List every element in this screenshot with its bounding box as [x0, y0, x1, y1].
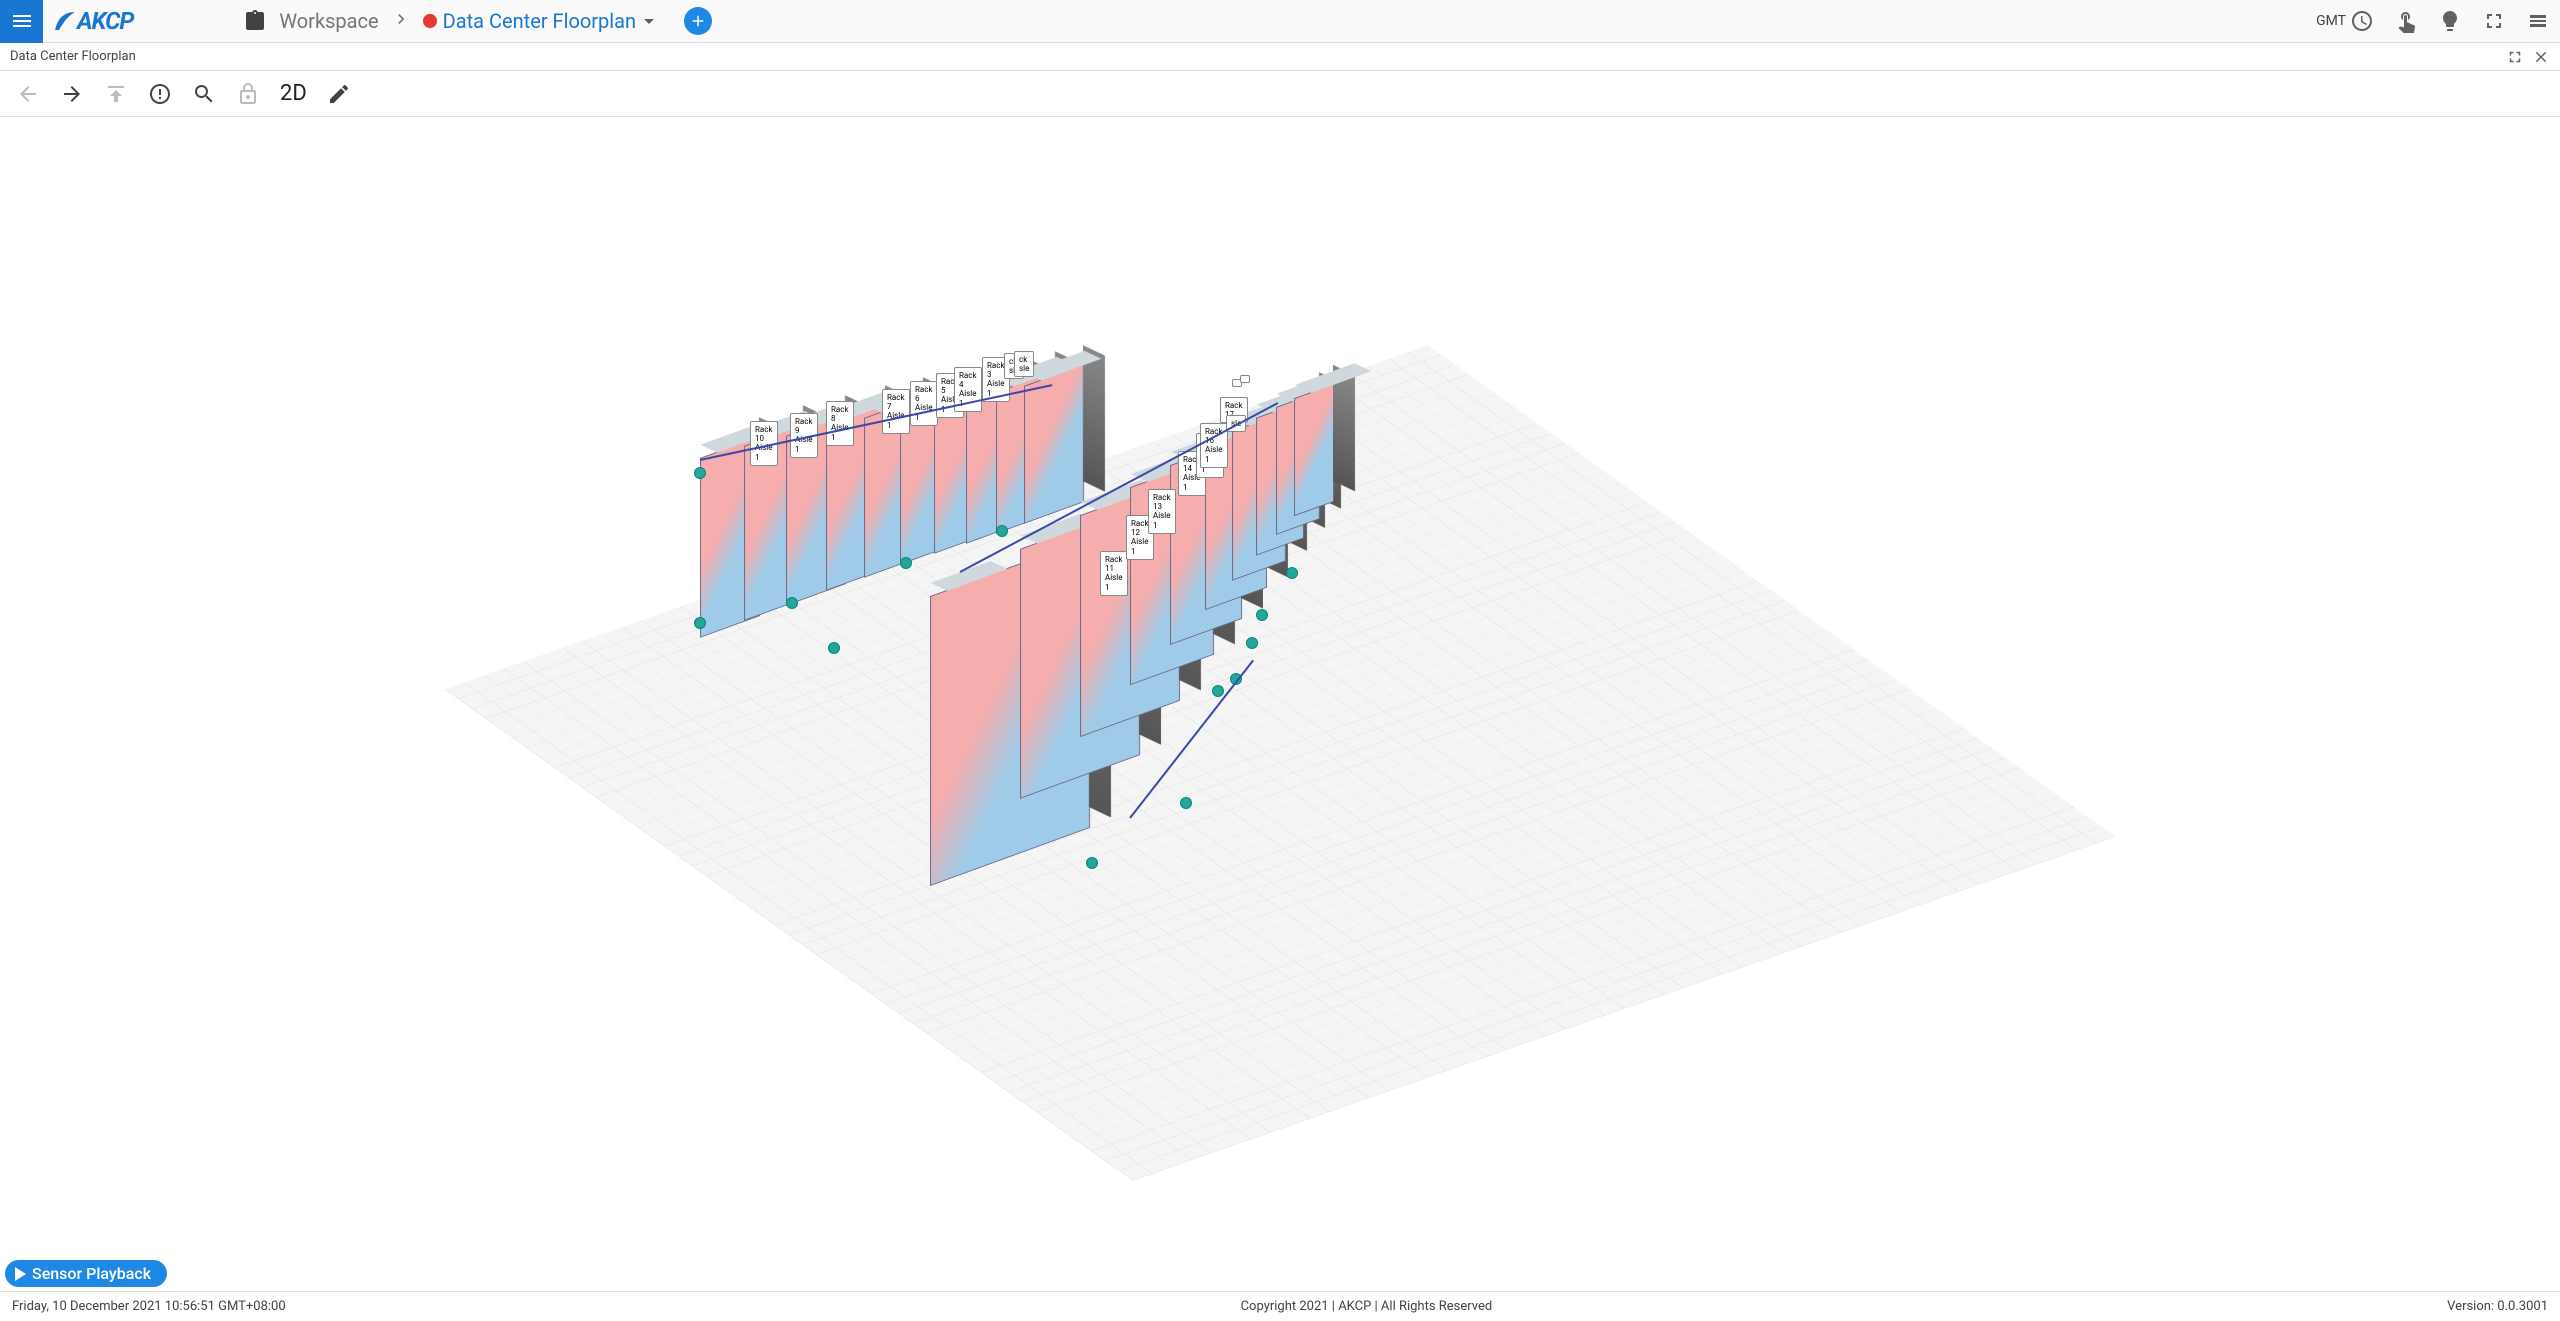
- breadcrumb-separator: [391, 9, 411, 34]
- rack-label[interactable]: [1240, 375, 1250, 383]
- timezone-display[interactable]: GMT: [2316, 9, 2374, 33]
- sensor-node[interactable]: [1246, 637, 1258, 649]
- rack-label[interactable]: Rack11Aisle1: [1100, 551, 1128, 596]
- app-header: AKCP Workspace Data Center Floorplan GMT: [0, 0, 2560, 43]
- breadcrumb-current[interactable]: Data Center Floorplan: [423, 9, 654, 33]
- search-icon[interactable]: [192, 82, 216, 106]
- sensor-node[interactable]: [996, 525, 1008, 537]
- fullscreen-hdr-icon[interactable]: [2482, 9, 2506, 33]
- sensor-node[interactable]: [828, 642, 840, 654]
- footer-copyright: Copyright 2021 | AKCP | All Rights Reser…: [1241, 1299, 1493, 1314]
- forward-arrow-icon[interactable]: [60, 82, 84, 106]
- close-tab-icon[interactable]: [2532, 48, 2550, 66]
- sensor-node[interactable]: [900, 557, 912, 569]
- sensor-node[interactable]: [694, 467, 706, 479]
- view-toggle-2d[interactable]: 2D: [280, 81, 307, 106]
- rack-label[interactable]: Rack7Aisle1: [882, 389, 910, 434]
- bulb-icon[interactable]: [2438, 9, 2462, 33]
- menu-stack-icon[interactable]: [2526, 9, 2550, 33]
- status-dot-critical: [423, 14, 437, 28]
- play-icon: [15, 1267, 26, 1281]
- footer-version: Version: 0.0.3001: [2447, 1299, 2548, 1314]
- fullscreen-tab-icon[interactable]: [2506, 48, 2524, 66]
- hamburger-icon: [10, 9, 34, 33]
- sensor-node[interactable]: [786, 597, 798, 609]
- back-arrow-icon[interactable]: [16, 82, 40, 106]
- plus-icon: [689, 12, 707, 30]
- rack-label[interactable]: cksle: [1014, 351, 1034, 377]
- tab-title[interactable]: Data Center Floorplan: [10, 49, 136, 64]
- header-actions: GMT: [2316, 9, 2550, 33]
- clipboard-icon: [243, 9, 267, 33]
- rack-item[interactable]: [1294, 384, 1334, 517]
- sensor-node[interactable]: [1286, 567, 1298, 579]
- sensor-playback-button[interactable]: Sensor Playback: [5, 1260, 167, 1287]
- alert-circle-icon[interactable]: [148, 82, 172, 106]
- logo-swoosh-icon: [53, 10, 77, 32]
- rack-label[interactable]: Rack6Aisle1: [910, 381, 938, 426]
- tab-bar: Data Center Floorplan: [0, 43, 2560, 71]
- rack-label[interactable]: Rack13Aisle1: [1148, 489, 1176, 534]
- canvas-toolbar: 2D: [0, 71, 2560, 117]
- status-bar: Friday, 10 December 2021 10:56:51 GMT+08…: [0, 1291, 2560, 1321]
- sensor-node[interactable]: [1180, 797, 1192, 809]
- sensor-node[interactable]: [694, 617, 706, 629]
- breadcrumb: Workspace Data Center Floorplan: [243, 7, 712, 35]
- rack-label[interactable]: Rack8Aisle1: [826, 401, 854, 446]
- sensor-node[interactable]: [1086, 857, 1098, 869]
- floorplan-canvas[interactable]: Rack10Aisle1Rack9Aisle1Rack8Aisle1Rack7A…: [0, 117, 2560, 1291]
- footer-datetime: Friday, 10 December 2021 10:56:51 GMT+08…: [12, 1299, 286, 1314]
- touch-icon[interactable]: [2394, 9, 2418, 33]
- lock-icon[interactable]: [236, 82, 260, 106]
- brand-logo: AKCP: [53, 7, 133, 35]
- menu-button[interactable]: [0, 0, 43, 43]
- sensor-node[interactable]: [1212, 685, 1224, 697]
- caret-down-icon: [644, 19, 654, 24]
- edit-pencil-icon[interactable]: [327, 82, 351, 106]
- go-top-icon[interactable]: [104, 82, 128, 106]
- chevron-right-icon: [391, 9, 411, 29]
- breadcrumb-root[interactable]: Workspace: [279, 9, 378, 33]
- sensor-node[interactable]: [1256, 609, 1268, 621]
- clock-icon: [2350, 9, 2374, 33]
- add-button[interactable]: [684, 7, 712, 35]
